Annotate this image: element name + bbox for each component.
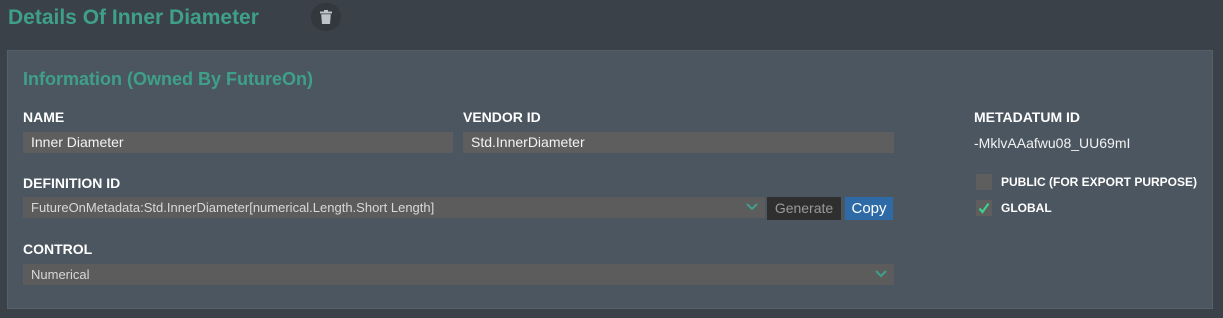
information-panel: Information (Owned By FutureOn) NAME VEN… — [7, 50, 1213, 309]
vendor-id-input[interactable] — [463, 132, 894, 153]
public-checkbox[interactable] — [976, 174, 992, 190]
control-select[interactable]: Numerical — [23, 264, 894, 285]
definition-id-select[interactable]: FutureOnMetadata:Std.InnerDiameter[numer… — [23, 197, 765, 218]
name-input[interactable] — [23, 132, 453, 153]
control-value: Numerical — [31, 267, 90, 282]
definition-id-value: FutureOnMetadata:Std.InnerDiameter[numer… — [31, 200, 435, 215]
control-label: CONTROL — [23, 241, 93, 257]
public-checkbox-label: PUBLIC (FOR EXPORT PURPOSE) — [1001, 175, 1198, 189]
vendor-id-label: VENDOR ID — [463, 109, 541, 125]
copy-button[interactable]: Copy — [845, 197, 893, 220]
definition-id-label: DEFINITION ID — [23, 175, 121, 191]
chevron-down-icon — [875, 270, 887, 278]
global-checkbox[interactable] — [976, 200, 992, 216]
page-title: Details Of Inner Diameter — [8, 6, 259, 29]
name-label: NAME — [23, 109, 65, 125]
chevron-down-icon — [746, 203, 758, 211]
check-icon — [978, 202, 990, 214]
delete-button[interactable] — [311, 3, 341, 31]
generate-button[interactable]: Generate — [767, 197, 841, 220]
section-title: Information (Owned By FutureOn) — [23, 69, 313, 89]
metadatum-id-value: -MklvAAafwu08_UU69mI — [974, 135, 1131, 151]
trash-icon — [320, 10, 332, 24]
global-checkbox-label: GLOBAL — [1001, 201, 1052, 215]
metadatum-id-label: METADATUM ID — [974, 109, 1081, 125]
